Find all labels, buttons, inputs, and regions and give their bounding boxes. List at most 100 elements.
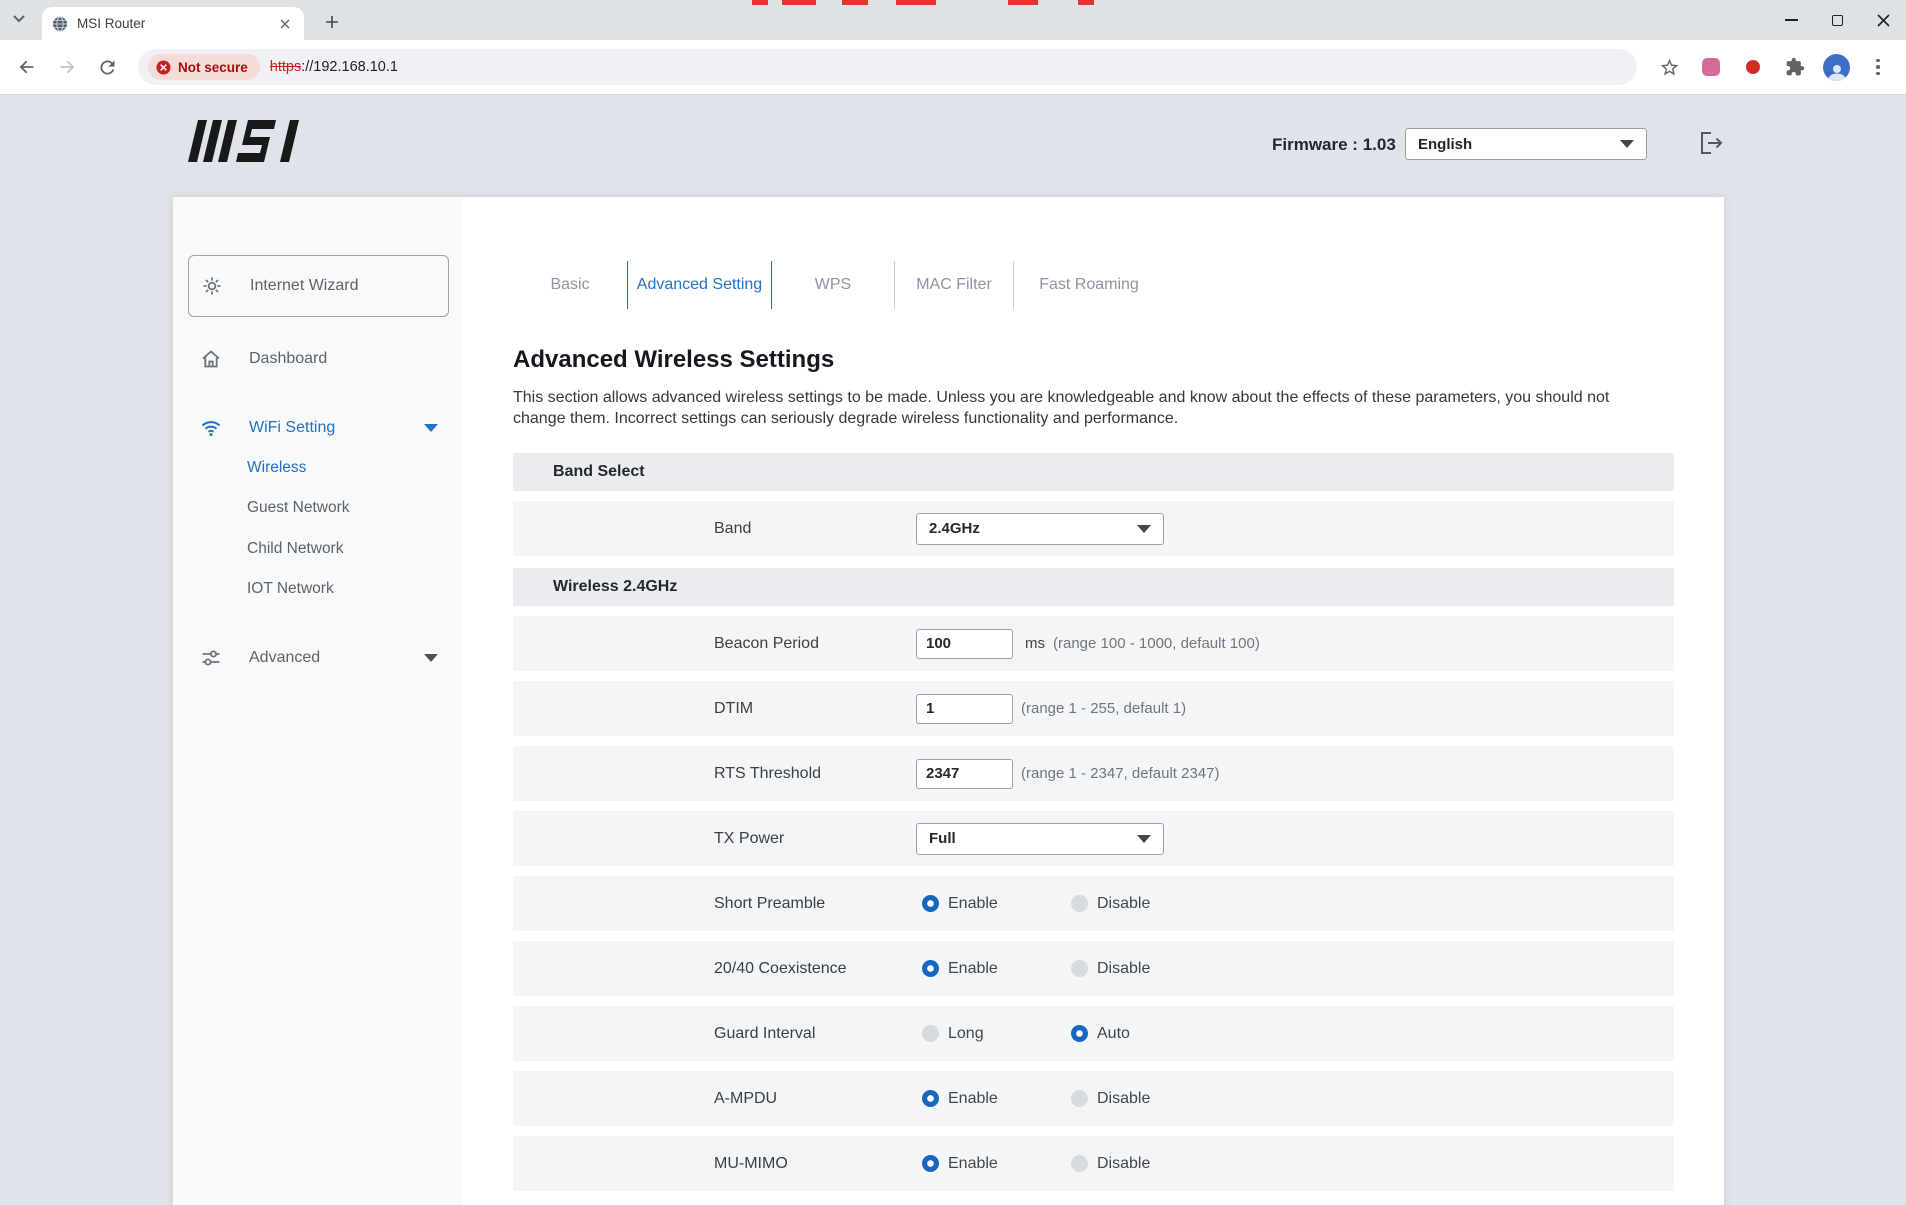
chevron-down-icon [1620,140,1634,148]
window-controls [1768,0,1906,40]
form-row-beacon-period: Beacon Period ms (range 100 - 1000, defa… [513,616,1674,671]
band-select[interactable]: 2.4GHz [916,513,1164,545]
browser-menu-kebab-icon[interactable] [1864,53,1892,81]
field-unit: ms [1025,635,1045,652]
sidebar-item-label: Dashboard [249,350,327,368]
sidebar-item-internet-wizard[interactable]: Internet Wizard [188,255,449,317]
back-button[interactable] [14,54,40,80]
tab-basic[interactable]: Basic [513,260,627,310]
msi-logo [188,120,323,162]
radio-icon[interactable] [1071,1090,1088,1107]
browser-toolbar: Not secure https://192.168.10.1 [0,40,1906,95]
field-hint: (range 100 - 1000, default 100) [1053,635,1260,652]
bookmark-star-icon[interactable] [1655,53,1683,81]
radio-icon[interactable] [1071,1025,1088,1042]
mu-mimo-radio-group: Enable Disable [916,1155,1150,1173]
sidebar-subitem-label: Wireless [247,459,306,477]
radio-icon[interactable] [922,1025,939,1042]
refresh-button[interactable] [94,54,120,80]
new-tab-button[interactable] [320,10,344,34]
radio-icon[interactable] [922,1155,939,1172]
sidebar-item-wireless[interactable]: Wireless [173,449,462,487]
settings-tabs: Basic Advanced Setting WPS MAC Filter Fa… [513,260,1674,310]
radio-icon[interactable] [1071,960,1088,977]
tab-mac-filter[interactable]: MAC Filter [895,260,1013,310]
radio-icon[interactable] [922,895,939,912]
field-label-beacon-period: Beacon Period [714,635,819,653]
sidebar-subitem-label: Child Network [247,540,343,558]
short-preamble-radio-group: Enable Disable [916,895,1150,913]
radio-option-long[interactable]: Long [922,1025,1071,1043]
form-row-dtim: DTIM (range 1 - 255, default 1) [513,681,1674,736]
forward-button[interactable] [54,54,80,80]
rts-threshold-input[interactable] [916,759,1013,789]
tx-power-select[interactable]: Full [916,823,1164,855]
tab-advanced-setting[interactable]: Advanced Setting [628,260,771,310]
guard-interval-radio-group: Long Auto [916,1025,1130,1043]
browser-tab[interactable]: MSI Router [42,7,304,40]
chevron-down-icon[interactable] [424,424,438,432]
radio-option-auto[interactable]: Auto [1071,1025,1130,1043]
section-header-band-select: Band Select [513,453,1674,491]
chevron-down-icon [1137,835,1151,843]
radio-icon[interactable] [922,960,939,977]
sidebar-item-guest-network[interactable]: Guest Network [173,489,462,527]
form-row-rts-threshold: RTS Threshold (range 1 - 2347, default 2… [513,746,1674,801]
window-close-button[interactable] [1860,0,1906,40]
dtim-input[interactable] [916,694,1013,724]
tab-close-icon[interactable] [276,15,294,33]
not-secure-icon [156,60,171,75]
logout-icon[interactable] [1697,129,1727,159]
recording-dot-icon[interactable] [1739,53,1767,81]
radio-label: Disable [1097,1155,1150,1173]
site-favicon-globe-icon [52,16,68,32]
sidebar-item-wifi-setting[interactable]: WiFi Setting [173,406,462,450]
tab-search-chevron-icon[interactable] [12,14,26,24]
radio-option-enable[interactable]: Enable [922,960,1071,978]
form-row-short-preamble: Short Preamble Enable Disable [513,876,1674,931]
chevron-down-icon[interactable] [424,654,438,662]
recording-artifact [842,0,868,5]
sidebar-subitem-label: IOT Network [247,580,334,598]
radio-label: Enable [948,1090,998,1108]
field-label-ampdu: A-MPDU [714,1090,777,1108]
radio-option-enable[interactable]: Enable [922,1090,1071,1108]
sidebar-item-child-network[interactable]: Child Network [173,530,462,568]
radio-option-disable[interactable]: Disable [1071,1090,1150,1108]
language-select[interactable]: English [1405,128,1647,160]
radio-option-enable[interactable]: Enable [922,895,1071,913]
sidebar-item-iot-network[interactable]: IOT Network [173,570,462,608]
window-maximize-button[interactable] [1814,0,1860,40]
language-selected-value: English [1418,136,1472,153]
extensions-puzzle-icon[interactable] [1781,53,1809,81]
radio-option-disable[interactable]: Disable [1071,960,1150,978]
tab-fast-roaming[interactable]: Fast Roaming [1014,260,1164,310]
section-header-wireless-24ghz: Wireless 2.4GHz [513,568,1674,606]
radio-label: Enable [948,895,998,913]
router-page: Firmware : 1.03 English Internet Wizard [0,95,1906,1205]
form-row-guard-interval: Guard Interval Long Auto [513,1006,1674,1061]
form-row-tx-power: TX Power Full [513,811,1674,866]
recording-artifact [1008,0,1038,5]
radio-option-enable[interactable]: Enable [922,1155,1071,1173]
url-protocol: https [270,59,301,75]
sidebar-item-label: Internet Wizard [250,277,358,295]
extension-pink-icon[interactable] [1697,53,1725,81]
beacon-period-input[interactable] [916,629,1013,659]
radio-icon[interactable] [1071,1155,1088,1172]
radio-option-disable[interactable]: Disable [1071,895,1150,913]
wifi-icon [200,417,222,439]
radio-icon[interactable] [922,1090,939,1107]
radio-option-disable[interactable]: Disable [1071,1155,1150,1173]
sidebar-subitem-label: Guest Network [247,499,350,517]
sidebar-item-advanced[interactable]: Advanced [173,636,462,680]
security-chip[interactable]: Not secure [148,54,260,80]
sidebar-item-dashboard[interactable]: Dashboard [173,337,462,381]
field-label-band: Band [714,520,751,538]
radio-icon[interactable] [1071,895,1088,912]
tab-wps[interactable]: WPS [772,260,894,310]
window-minimize-button[interactable] [1768,0,1814,40]
address-bar[interactable]: Not secure https://192.168.10.1 [138,49,1637,85]
field-label-rts-threshold: RTS Threshold [714,765,821,783]
profile-avatar[interactable] [1823,54,1850,81]
